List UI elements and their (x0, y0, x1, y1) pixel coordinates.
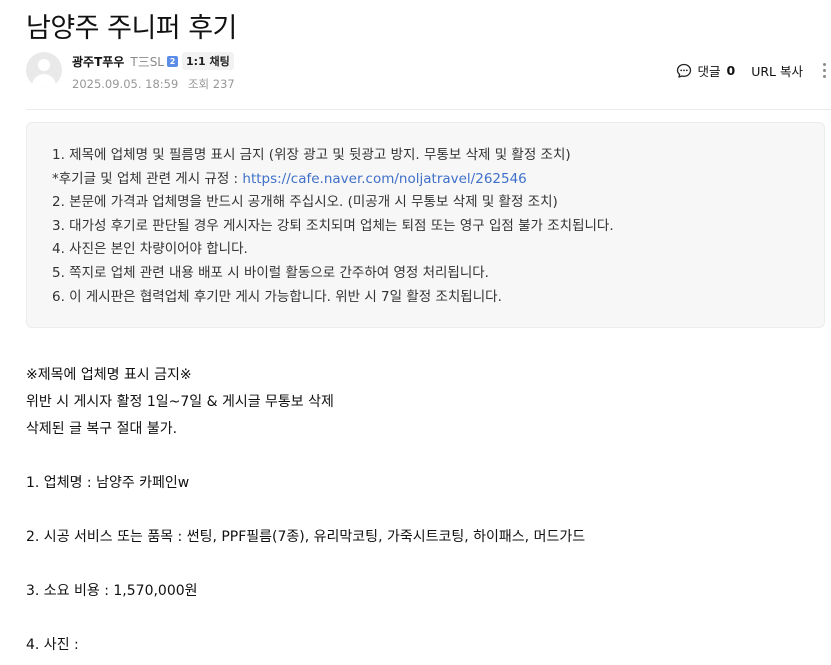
post-body: ※제목에 업체명 표시 금지※ 위반 시 게시자 활정 1일~7일 & 게시글 … (26, 362, 585, 659)
board-notice-box: 1. 제목에 업체명 및 필름명 표시 금지 (위장 광고 및 뒷광고 방지. … (26, 122, 825, 328)
notice-line: *후기글 및 업체 관련 게시 규정 : https://cafe.naver.… (52, 168, 824, 192)
rules-link[interactable]: https://cafe.naver.com/noljatravel/26254… (242, 171, 526, 187)
member-grade: T三SL (130, 54, 164, 69)
notice-line: 2. 본문에 가격과 업체명을 반드시 공개해 주십시오. (미공개 시 무통보… (52, 194, 558, 211)
notice-line: 6. 이 게시판은 협력업체 후기만 게시 가능합니다. 위반 시 7일 활정 … (52, 288, 502, 305)
comment-icon (676, 63, 691, 78)
more-vertical-icon[interactable] (817, 63, 831, 78)
comment-label: 댓글 (697, 64, 721, 79)
body-line: 1. 업체명 : 남양주 카페인w (26, 475, 190, 491)
post-date: 2025.09.05. 18:59 (72, 77, 179, 91)
article-tools: 댓글 0 URL 복사 (676, 61, 831, 80)
header-divider (26, 109, 831, 110)
one-to-one-chat-button[interactable]: 1:1 채팅 (182, 52, 234, 70)
notice-line: 4. 사진은 본인 차량이어야 합니다. (52, 241, 248, 258)
views-count: 237 (212, 77, 235, 91)
url-copy-button[interactable]: URL 복사 (751, 61, 803, 80)
notice-line-prefix: *후기글 및 업체 관련 게시 규정 : (52, 170, 243, 187)
body-line: 4. 사진 : (26, 637, 79, 653)
comment-button[interactable]: 댓글 0 (676, 61, 736, 80)
body-line: ※제목에 업체명 표시 금지※ (26, 367, 192, 383)
views-label: 조회 (187, 77, 210, 91)
comment-count: 0 (726, 63, 736, 78)
author-nickname[interactable]: 광주T푸우 (72, 53, 124, 70)
notice-line: 5. 쪽지로 업체 관련 내용 배포 시 바이럴 활동으로 간주하여 영정 처리… (52, 264, 489, 281)
body-line: 위반 시 게시자 활정 1일~7일 & 게시글 무통보 삭제 (26, 394, 334, 410)
body-line: 3. 소요 비용 : 1,570,000원 (26, 583, 198, 599)
notice-line: 3. 대가성 후기로 판단될 경우 게시자는 강퇴 조치되며 업체는 퇴점 또는… (52, 217, 614, 234)
default-avatar-icon[interactable] (26, 52, 62, 88)
body-line: 2. 시공 서비스 또는 품목 : 썬팅, PPF필름(7종), 유리막코팅, … (26, 529, 586, 545)
author-info: 광주T푸우 T三SL 2 1:1 채팅 (72, 52, 234, 70)
page-title: 남양주 주니퍼 후기 (26, 13, 237, 44)
notice-line: 1. 제목에 업체명 및 필름명 표시 금지 (위장 광고 및 뒷광고 방지. … (52, 147, 571, 163)
post-meta: 2025.09.05. 18:59 조회 237 (72, 76, 235, 92)
body-line: 삭제된 글 복구 절대 불가. (26, 421, 178, 437)
level-badge-icon: 2 (167, 55, 178, 67)
